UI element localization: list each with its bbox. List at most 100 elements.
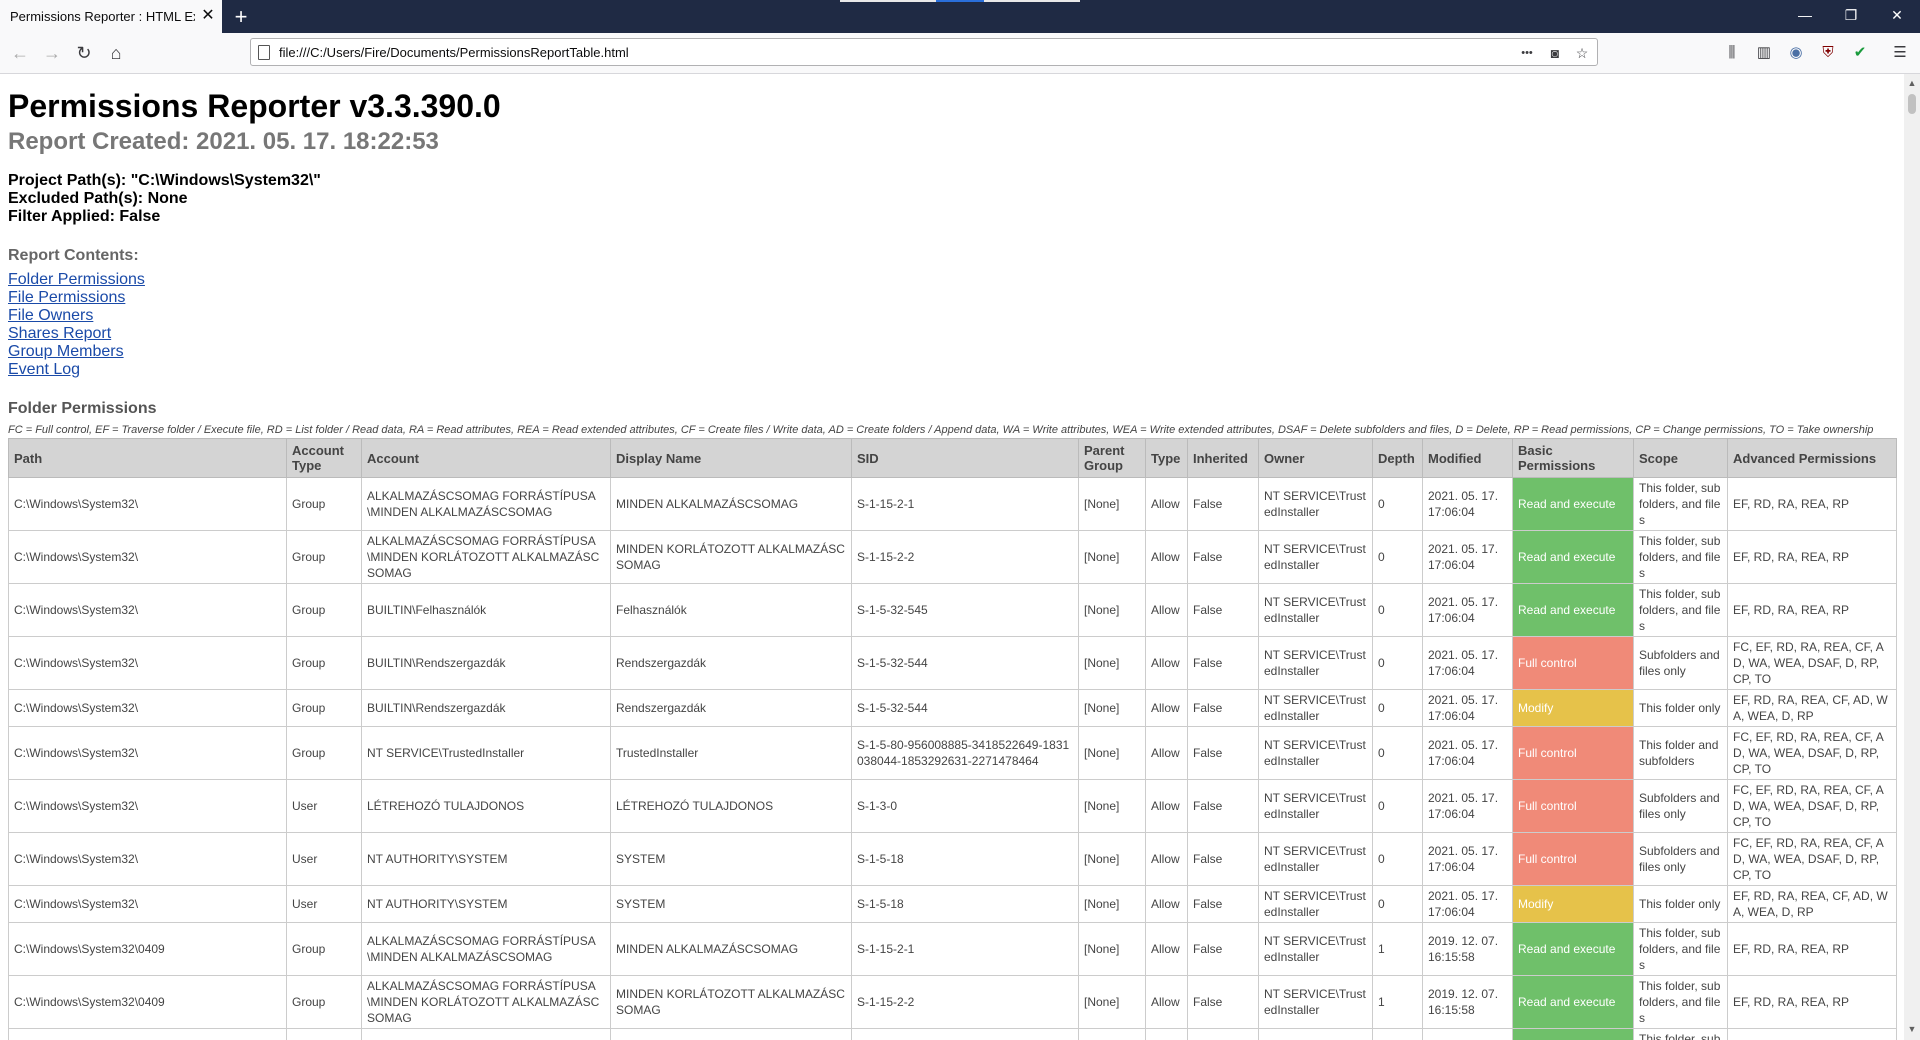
cell-display-name: Rendszergazdák — [610, 636, 852, 690]
cell-display-name: MINDEN ALKALMAZÁSCSOMAG — [610, 922, 852, 976]
cell-parent-group: [None] — [1078, 689, 1146, 727]
toc-link-file-permissions[interactable]: File Permissions — [8, 289, 145, 307]
home-icon[interactable]: ⌂ — [102, 39, 130, 67]
cell-advanced-permissions: EF, RD, RA, REA, RP — [1727, 530, 1897, 584]
column-header: Owner — [1258, 438, 1373, 478]
cell-account-type: Group — [286, 530, 362, 584]
cell-account-type: Group — [286, 583, 362, 637]
cell-parent-group: [None] — [1078, 779, 1146, 833]
cell-sid: S-1-15-2-1 — [851, 477, 1079, 531]
cell-display-name: MINDEN KORLÁTOZOTT ALKALMAZÁSCSOMAG — [610, 975, 852, 1029]
cell-advanced-permissions: EF, RD, RA, REA, CF, AD, WA, WEA, D, RP — [1727, 689, 1897, 727]
cell-modified: 2021. 05. 17. 17:06:04 — [1422, 779, 1513, 833]
library-icon[interactable]: ⫼ — [1720, 41, 1744, 65]
toc-link-event-log[interactable]: Event Log — [8, 361, 145, 379]
cell-account: NT AUTHORITY\SYSTEM — [361, 885, 611, 923]
cell-owner: NT SERVICE\TrustedInstaller — [1258, 636, 1373, 690]
minimize-icon[interactable]: — — [1782, 0, 1828, 33]
bookmark-star-icon[interactable]: ☆ — [1571, 42, 1593, 64]
cell-depth: 0 — [1372, 779, 1423, 833]
page-actions-icon[interactable]: ••• — [1516, 42, 1538, 64]
cell-display-name: MINDEN ALKALMAZÁSCSOMAG — [610, 477, 852, 531]
cell-scope: Subfolders and files only — [1633, 779, 1728, 833]
cell-advanced-permissions: EF, RD, RA, REA, RP — [1727, 922, 1897, 976]
restore-icon[interactable]: ❐ — [1828, 0, 1874, 33]
cell-sid: S-1-15-2-1 — [851, 922, 1079, 976]
cell-owner: NT SERVICE\TrustedInstaller — [1258, 975, 1373, 1029]
cell-account-type: User — [286, 885, 362, 923]
hamburger-menu-icon[interactable]: ☰ — [1888, 41, 1912, 65]
close-window-icon[interactable]: ✕ — [1874, 0, 1920, 33]
cell-modified: 2021. 05. 17. 17:06:04 — [1422, 477, 1513, 531]
cell-type: Allow — [1145, 975, 1188, 1029]
toc-link-file-owners[interactable]: File Owners — [8, 307, 145, 325]
table-row: C:\Windows\System32\ User LÉTREHOZÓ TULAJD… — [8, 779, 1897, 833]
cell-basic-permissions: Read and execute — [1512, 477, 1634, 531]
table-row: C:\Windows\System32\0409 Group ALKALMAZÁSC… — [8, 975, 1897, 1029]
cell-parent-group: [None] — [1078, 583, 1146, 637]
cell-path — [8, 1028, 287, 1040]
cell-basic-permissions: Read and execute — [1512, 922, 1634, 976]
cell-owner: NT SERVICE\TrustedInstaller — [1258, 885, 1373, 923]
reload-icon[interactable]: ↻ — [70, 39, 98, 67]
cell-path: C:\Windows\System32\ — [8, 779, 287, 833]
cell-type: Allow — [1145, 922, 1188, 976]
toc-link-group-members[interactable]: Group Members — [8, 343, 145, 361]
cell-advanced-permissions: EF, RD, RA, REA, RP — [1727, 583, 1897, 637]
cell-depth: 0 — [1372, 530, 1423, 584]
cell-type: Allow — [1145, 832, 1188, 886]
cell-modified: 2021. 05. 17. 17:06:04 — [1422, 885, 1513, 923]
pocket-icon[interactable]: ◙ — [1544, 42, 1566, 64]
cell-path: C:\Windows\System32\ — [8, 530, 287, 584]
cell-owner: NT SERVICE\TrustedInstaller — [1258, 689, 1373, 727]
cell-owner: NT SERVICE\TrustedInstaller — [1258, 832, 1373, 886]
forward-icon[interactable]: → — [38, 39, 66, 67]
ublock-icon[interactable]: ⛨ — [1816, 41, 1840, 65]
sidebar-icon[interactable]: ▥ — [1752, 41, 1776, 65]
cell-account-type: User — [286, 779, 362, 833]
url-text[interactable]: file:///C:/Users/Fire/Documents/Permissi… — [279, 45, 629, 60]
column-header: Advanced Permissions — [1727, 438, 1897, 478]
cell-inherited: False — [1187, 636, 1259, 690]
column-header: Inherited — [1187, 438, 1259, 478]
cell-path: C:\Windows\System32\ — [8, 726, 287, 780]
page-icon — [258, 45, 270, 60]
browser-tab[interactable]: Permissions Reporter : HTML Expor ✕ — [0, 0, 222, 33]
cell-sid: S-1-5-32-544 — [851, 689, 1079, 727]
excluded-paths: Excluded Path(s): None — [8, 190, 188, 207]
cell-account: ALKALMAZÁSCSOMAG FORRÁSTÍPUSA\MINDEN KOR… — [361, 975, 611, 1029]
cell-inherited: False — [1187, 583, 1259, 637]
url-bar[interactable]: file:///C:/Users/Fire/Documents/Permissi… — [250, 38, 1598, 66]
shield-check-icon[interactable]: ✔ — [1848, 41, 1872, 65]
cell-sid: S-1-3-0 — [851, 779, 1079, 833]
cell-advanced-permissions: EF, RD, RA, REA, RP — [1727, 975, 1897, 1029]
new-tab-button[interactable]: + — [228, 4, 254, 30]
cell-scope: This folder and subfolders — [1633, 726, 1728, 780]
toc-link-folder-permissions[interactable]: Folder Permissions — [8, 271, 145, 289]
table-row: C:\Windows\System32\ User NT AUTHORITY\SYS… — [8, 885, 1897, 923]
cell-path: C:\Windows\System32\ — [8, 885, 287, 923]
scroll-down-icon[interactable]: ▼ — [1904, 1024, 1920, 1034]
cell-account-type: Group — [286, 636, 362, 690]
tab-title: Permissions Reporter : HTML Expor — [10, 9, 195, 24]
cell-account-type: Group — [286, 689, 362, 727]
cell-parent-group: [None] — [1078, 832, 1146, 886]
scroll-up-icon[interactable]: ▲ — [1904, 78, 1920, 88]
back-icon[interactable]: ← — [6, 39, 34, 67]
close-tab-icon[interactable]: ✕ — [198, 6, 218, 26]
vertical-scrollbar[interactable]: ▲ ▼ — [1904, 74, 1920, 1040]
cell-basic-permissions: Read and execute — [1512, 530, 1634, 584]
column-header: Depth — [1372, 438, 1423, 478]
cell-scope: This folder, subfolders, and files — [1633, 1028, 1728, 1040]
cell-depth: 0 — [1372, 477, 1423, 531]
cell-path: C:\Windows\System32\ — [8, 832, 287, 886]
cell-sid: S-1-5-32-544 — [851, 636, 1079, 690]
account-icon[interactable]: ◉ — [1784, 41, 1808, 65]
cell-path: C:\Windows\System32\ — [8, 636, 287, 690]
scrollbar-thumb[interactable] — [1908, 94, 1916, 114]
cell-type: Allow — [1145, 779, 1188, 833]
column-header: Type — [1145, 438, 1188, 478]
cell-scope: This folder, subfolders, and files — [1633, 583, 1728, 637]
cell-inherited: False — [1187, 922, 1259, 976]
toc-link-shares-report[interactable]: Shares Report — [8, 325, 145, 343]
